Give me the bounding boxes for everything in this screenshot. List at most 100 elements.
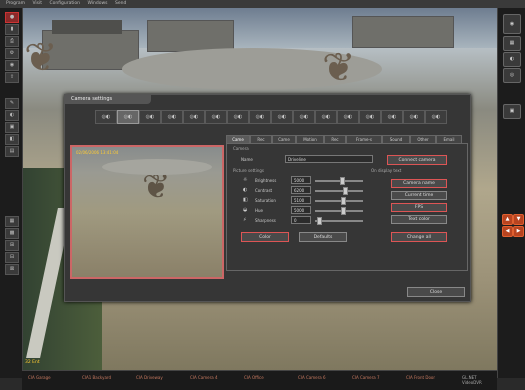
layout-button[interactable]: ▩ bbox=[5, 228, 19, 239]
saturation-slider[interactable] bbox=[315, 197, 363, 205]
menu-send[interactable]: Send bbox=[115, 1, 126, 6]
fps-button[interactable]: FPS bbox=[391, 203, 447, 212]
close-button[interactable]: Close bbox=[407, 287, 465, 297]
brightness-icon: ☼ bbox=[243, 177, 248, 183]
current-time-button[interactable]: Current time bbox=[391, 191, 447, 200]
camera-select-icon[interactable]: ◎◐ bbox=[337, 110, 359, 124]
saturation-icon: ◧ bbox=[243, 197, 248, 203]
layout-button[interactable]: ⊠ bbox=[5, 264, 19, 275]
hue-slider[interactable] bbox=[315, 207, 363, 215]
status-cell[interactable]: CIA Front Door bbox=[406, 375, 435, 380]
camera-select-icon[interactable]: ◎◐ bbox=[359, 110, 381, 124]
saturation-label: Saturation bbox=[255, 198, 276, 203]
camera-select-icon[interactable]: ◎◐ bbox=[249, 110, 271, 124]
camera-select-icon[interactable]: ◎◐ bbox=[425, 110, 447, 124]
status-cell[interactable]: CIA Camera 6 bbox=[298, 375, 326, 380]
toolbar-button[interactable]: ✎ bbox=[5, 98, 19, 109]
camera-select-icon[interactable]: ◎◐ bbox=[381, 110, 403, 124]
toolbar-button[interactable]: ⇧ bbox=[5, 72, 19, 83]
saturation-value[interactable]: 5100 bbox=[291, 196, 311, 204]
camera-select-icon[interactable]: ◎◐ bbox=[271, 110, 293, 124]
menu-visit[interactable]: Visit bbox=[32, 1, 42, 6]
status-cell[interactable]: CIA Garage bbox=[28, 375, 51, 380]
status-cell[interactable]: CIA Camera 7 bbox=[352, 375, 380, 380]
change-all-button[interactable]: Change all bbox=[391, 232, 447, 242]
menu-program[interactable]: Program bbox=[6, 1, 25, 6]
menu-windows[interactable]: Windows bbox=[87, 1, 107, 6]
hue-slider-knob[interactable] bbox=[340, 207, 346, 215]
contrast-slider-knob[interactable] bbox=[342, 187, 348, 195]
contrast-slider[interactable] bbox=[315, 187, 363, 195]
roof bbox=[52, 20, 122, 34]
camera-select-icon[interactable]: ◎◐ bbox=[403, 110, 425, 124]
camera-name-field[interactable]: Driveline bbox=[285, 155, 373, 163]
camera-control-button[interactable]: ▣ bbox=[503, 104, 521, 119]
menu-configuration[interactable]: Configuration bbox=[49, 1, 80, 6]
camera-select-icon[interactable]: ◎◐ bbox=[293, 110, 315, 124]
status-cell[interactable]: CIA1 Backyard bbox=[82, 375, 111, 380]
camera-control-button[interactable]: ◐ bbox=[503, 52, 521, 67]
settings-tabs: Came Rec Came Motion Rec Frame-s Sound O… bbox=[226, 135, 466, 144]
layout-button[interactable]: ⊟ bbox=[5, 252, 19, 263]
camera-control-button[interactable]: ◎ bbox=[503, 68, 521, 83]
contrast-icon: ◐ bbox=[243, 187, 248, 193]
camera-control-button[interactable]: ◉ bbox=[503, 14, 521, 34]
connect-camera-button[interactable]: Connect camera bbox=[387, 155, 447, 165]
status-cell[interactable]: CIA Camera 4 bbox=[190, 375, 218, 380]
defaults-button[interactable]: Defaults bbox=[299, 232, 347, 242]
saturation-slider-knob[interactable] bbox=[341, 197, 347, 205]
camera-label: 32 Ent bbox=[25, 360, 40, 365]
ptz-down-button[interactable]: ▼ bbox=[513, 214, 524, 225]
sharpness-icon: ⚡ bbox=[243, 217, 247, 223]
camera-select-icon[interactable]: ◎◐ bbox=[161, 110, 183, 124]
toolbar-button[interactable]: ▤ bbox=[5, 146, 19, 157]
picture-settings-label: Picture settings bbox=[233, 168, 264, 173]
layout-button[interactable]: ⊞ bbox=[5, 240, 19, 251]
status-bar: CIA Garage CIA1 Backyard CIA Driveway CI… bbox=[22, 370, 497, 390]
brightness-value[interactable]: 5000 bbox=[291, 176, 311, 184]
camera-select-icon[interactable]: ◎◐ bbox=[205, 110, 227, 124]
onscreen-text-label: On display text bbox=[371, 168, 402, 173]
camera-select-icon[interactable]: ◎◐ bbox=[117, 110, 139, 124]
toolbar-button[interactable]: ◧ bbox=[5, 134, 19, 145]
camera-select-icon[interactable]: ◎◐ bbox=[227, 110, 249, 124]
text-color-button[interactable]: Text color bbox=[391, 215, 447, 224]
camera-select-icon[interactable]: ◎◐ bbox=[315, 110, 337, 124]
status-cell[interactable]: CIA Driveway bbox=[136, 375, 163, 380]
record-button[interactable]: ● bbox=[5, 12, 19, 23]
layout-button[interactable]: ▦ bbox=[5, 216, 19, 227]
name-label: Name bbox=[241, 157, 253, 162]
brightness-label: Brightness bbox=[255, 178, 277, 183]
ptz-right-button[interactable]: ▶ bbox=[513, 226, 524, 237]
toolbar-button[interactable]: ◉ bbox=[5, 60, 19, 71]
sharpness-slider-knob[interactable] bbox=[317, 217, 323, 225]
camera-select-icon[interactable]: ◎◐ bbox=[95, 110, 117, 124]
dialog-title: Camera settings bbox=[65, 95, 151, 104]
toolbar-button[interactable]: ⚙ bbox=[5, 48, 19, 59]
brightness-slider-knob[interactable] bbox=[339, 177, 345, 185]
hue-value[interactable]: 5000 bbox=[291, 206, 311, 214]
ptz-up-button[interactable]: ▲ bbox=[502, 214, 513, 225]
camera-select-icon[interactable]: ◎◐ bbox=[183, 110, 205, 124]
tree: ❦ bbox=[322, 45, 356, 91]
camera-control-button[interactable]: ▦ bbox=[503, 36, 521, 51]
sharpness-slider[interactable] bbox=[315, 217, 363, 225]
status-cell[interactable]: CIA Office bbox=[244, 375, 264, 380]
toolbar-button[interactable]: ◐ bbox=[5, 110, 19, 121]
sharpness-value[interactable]: 0 bbox=[291, 216, 311, 224]
camera-select-icon[interactable]: ◎◐ bbox=[139, 110, 161, 124]
toolbar-button[interactable]: ▮ bbox=[5, 24, 19, 35]
camera-name-button[interactable]: Camera name bbox=[391, 179, 447, 188]
right-toolbar: ◉ ▦ ◐ ◎ ▣ ▲ ▼ ◀ ▶ bbox=[497, 8, 525, 378]
ptz-left-button[interactable]: ◀ bbox=[502, 226, 513, 237]
hue-icon: ◒ bbox=[243, 207, 248, 213]
brightness-slider[interactable] bbox=[315, 177, 363, 185]
toolbar-button[interactable]: ▣ bbox=[5, 122, 19, 133]
color-button[interactable]: Color bbox=[241, 232, 289, 242]
contrast-value[interactable]: 6200 bbox=[291, 186, 311, 194]
camera-settings-dialog: Camera settings ◎◐ ◎◐ ◎◐ ◎◐ ◎◐ ◎◐ ◎◐ ◎◐ … bbox=[64, 94, 471, 302]
house bbox=[352, 16, 454, 48]
toolbar-button[interactable]: ⎙ bbox=[5, 36, 19, 47]
status-right-text: GL.NET VideoDVR bbox=[462, 375, 482, 385]
preview-timestamp: 02/06/2006 13:41:04 bbox=[76, 150, 119, 155]
